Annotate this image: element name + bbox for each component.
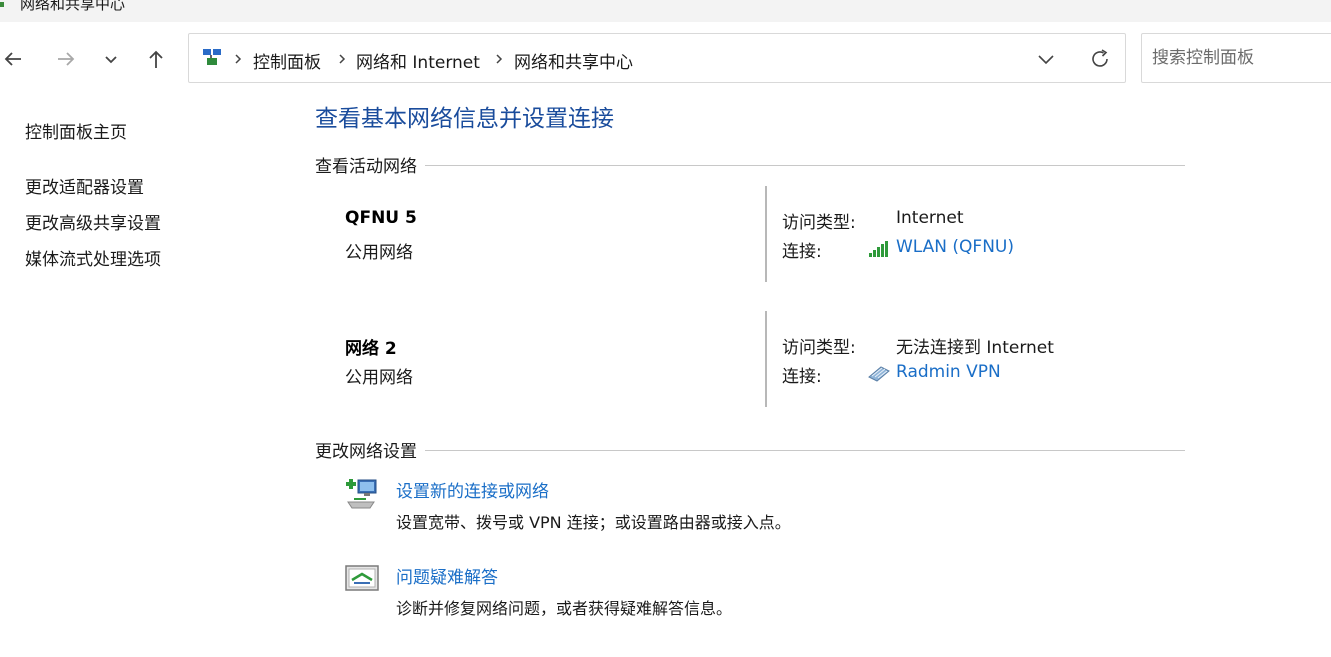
ethernet-adapter-icon — [868, 366, 890, 382]
access-type-value: 无法连接到 Internet — [896, 338, 1054, 358]
new-connection-icon — [346, 479, 377, 509]
search-input[interactable] — [1152, 47, 1322, 69]
network-name: 网络 2 — [345, 339, 397, 359]
arrow-right-icon — [58, 52, 75, 66]
setup-connection-description: 设置宽带、拨号或 VPN 连接；或设置路由器或接入点。 — [396, 513, 791, 532]
search-box[interactable] — [1141, 33, 1331, 83]
back-button[interactable] — [0, 46, 26, 72]
arrow-up-icon — [149, 50, 163, 68]
refresh-icon[interactable] — [1088, 47, 1112, 71]
active-networks-title: 查看活动网络 — [315, 152, 425, 177]
network-name: QFNU 5 — [345, 208, 417, 228]
troubleshoot-description: 诊断并修复网络问题，或者获得疑难解答信息。 — [396, 599, 733, 618]
network-divider — [765, 311, 767, 407]
setup-connection-link[interactable]: 设置新的连接或网络 — [396, 477, 549, 502]
network-divider — [765, 186, 767, 282]
page-title: 查看基本网络信息并设置连接 — [315, 106, 614, 132]
window-title: 网络和共享中心 — [20, 0, 126, 13]
change-settings-title: 更改网络设置 — [315, 437, 425, 462]
access-type-label: 访问类型: — [782, 338, 856, 358]
network-type-link[interactable]: 公用网络 — [345, 363, 413, 388]
breadcrumb-separator-icon — [235, 54, 242, 64]
connection-radmin-vpn-link[interactable]: Radmin VPN — [896, 362, 1001, 382]
sidebar-item-advanced-sharing[interactable]: 更改高级共享设置 — [25, 209, 161, 234]
title-bar: 网络和共享中心 — [0, 0, 1331, 22]
breadcrumb-network-internet[interactable]: 网络和 Internet — [356, 48, 480, 73]
connection-wlan-link[interactable]: WLAN (QFNU) — [896, 237, 1014, 257]
breadcrumb-control-panel[interactable]: 控制面板 — [253, 48, 321, 73]
wifi-signal-icon — [869, 241, 888, 257]
control-panel-icon — [203, 49, 221, 65]
forward-button[interactable] — [53, 46, 79, 72]
access-type-value: Internet — [896, 208, 964, 228]
access-type-label: 访问类型: — [782, 213, 856, 233]
breadcrumb-separator-icon — [339, 54, 346, 64]
sidebar-item-media-streaming[interactable]: 媒体流式处理选项 — [25, 245, 161, 270]
connection-label: 连接: — [782, 242, 822, 262]
arrow-left-icon — [4, 52, 21, 66]
chevron-down-icon[interactable] — [1035, 48, 1057, 70]
network-center-icon — [0, 2, 4, 7]
address-bar[interactable]: 控制面板 网络和 Internet 网络和共享中心 — [188, 33, 1126, 83]
connection-label: 连接: — [782, 367, 822, 387]
sidebar-item-control-panel-home[interactable]: 控制面板主页 — [25, 118, 127, 143]
sidebar-item-adapter-settings[interactable]: 更改适配器设置 — [25, 173, 144, 198]
network-type-link[interactable]: 公用网络 — [345, 238, 413, 263]
chevron-down-icon — [105, 56, 117, 64]
breadcrumb-network-sharing-center[interactable]: 网络和共享中心 — [514, 48, 633, 73]
section-divider — [315, 165, 1185, 166]
troubleshoot-icon — [345, 565, 379, 591]
troubleshoot-link[interactable]: 问题疑难解答 — [396, 563, 498, 588]
recent-locations-button[interactable] — [98, 46, 124, 72]
section-divider — [315, 450, 1185, 451]
up-button[interactable] — [143, 46, 169, 72]
breadcrumb-separator-icon — [496, 54, 503, 64]
